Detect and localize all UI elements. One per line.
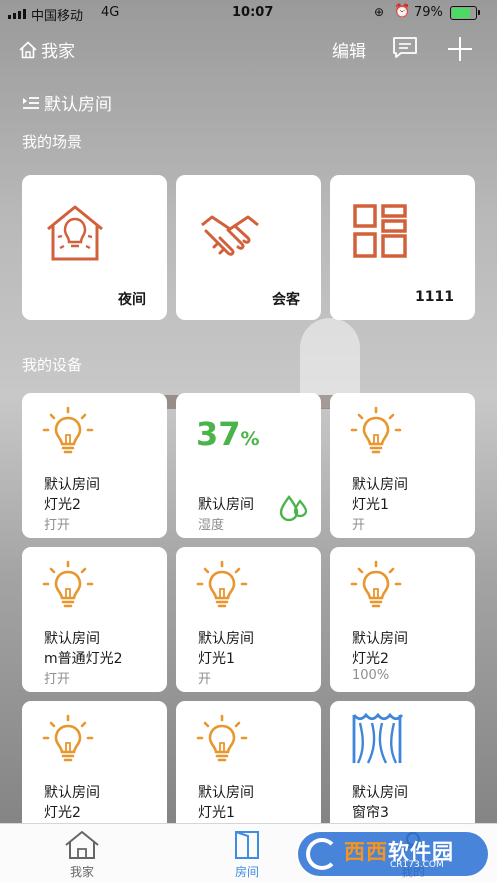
home-selector[interactable]: 我家: [18, 37, 75, 62]
device-card-humidity[interactable]: 37% 默认房间 湿度: [176, 393, 321, 538]
device-card-light-1[interactable]: 默认房间 灯光1 开: [330, 393, 475, 538]
top-nav: 我家 编辑: [0, 30, 497, 70]
room-switcher[interactable]: 默认房间: [22, 90, 112, 115]
carrier-name: 中国移动: [31, 9, 84, 24]
device-name: 灯光1: [198, 805, 235, 821]
message-icon[interactable]: [392, 36, 418, 60]
house-icon: [65, 831, 99, 859]
scene-card-1111[interactable]: 1111: [330, 175, 475, 320]
device-name: 灯光2: [44, 805, 81, 821]
device-card-light-2b[interactable]: 默认房间 灯光2 100%: [330, 547, 475, 692]
device-name: m普通灯光2: [44, 651, 123, 667]
clock: 10:07: [232, 5, 274, 20]
edit-button[interactable]: 编辑: [332, 37, 366, 62]
tab-label: 我家: [69, 865, 94, 879]
home-label: 我家: [41, 42, 75, 62]
device-state: 湿度: [198, 518, 225, 533]
device-room: 默认房间: [352, 785, 408, 801]
humidity-value: 37%: [196, 415, 260, 453]
scene-label: 会客: [272, 292, 300, 308]
scene-label: 1111: [415, 289, 454, 305]
battery-percent: 79%: [414, 5, 443, 20]
alarm-icon: ⏰: [394, 4, 411, 19]
add-icon[interactable]: [446, 35, 474, 63]
lightbulb-icon: [42, 714, 94, 762]
device-name: 灯光2: [352, 651, 389, 667]
lightbulb-icon: [350, 406, 402, 454]
water-drops-icon: [279, 495, 308, 522]
handshake-icon: [201, 215, 259, 256]
menu-list-icon: [23, 96, 39, 109]
scene-card-guest[interactable]: 会客: [176, 175, 321, 320]
tab-rooms[interactable]: 房间: [207, 830, 287, 880]
device-state: 100%: [352, 668, 390, 683]
curtain-icon: [352, 712, 404, 764]
devices-title: 我的设备: [22, 356, 83, 374]
watermark-c-icon: [306, 838, 338, 870]
lightbulb-icon: [196, 714, 248, 762]
device-card-normal-light-2[interactable]: 默认房间 m普通灯光2 打开: [22, 547, 167, 692]
device-room: 默认房间: [352, 631, 408, 647]
device-name: 灯光2: [44, 497, 81, 513]
device-room: 默认房间: [44, 631, 100, 647]
status-bar: 中国移动 4G 10:07 ⊕ ⏰ 79%: [0, 0, 497, 26]
lightbulb-icon: [42, 406, 94, 454]
lightbulb-icon: [42, 560, 94, 608]
device-name: 灯光1: [352, 497, 389, 513]
grid-squares-icon: [353, 204, 407, 258]
night-house-icon: [47, 205, 103, 261]
device-room: 默认房间: [44, 785, 100, 801]
room-name: 默认房间: [44, 95, 112, 115]
device-room: 默认房间: [198, 497, 254, 513]
device-card-light-2[interactable]: 默认房间 灯光2 打开: [22, 393, 167, 538]
scene-label: 夜间: [118, 292, 146, 308]
device-state: 开: [352, 518, 366, 533]
device-card-light-1b[interactable]: 默认房间 灯光1 开: [176, 547, 321, 692]
tab-label: 房间: [234, 865, 259, 879]
battery-icon: [450, 6, 480, 20]
scenes-title: 我的场景: [22, 133, 83, 151]
lightbulb-icon: [196, 560, 248, 608]
device-room: 默认房间: [198, 631, 254, 647]
device-name: 窗帘3: [352, 805, 389, 821]
lightbulb-icon: [350, 560, 402, 608]
device-room: 默认房间: [44, 477, 100, 493]
house-icon: [19, 41, 37, 58]
door-icon: [235, 831, 259, 859]
orientation-lock-icon: ⊕: [374, 5, 385, 19]
device-room: 默认房间: [198, 785, 254, 801]
device-state: 打开: [44, 672, 71, 687]
tab-home[interactable]: 我家: [42, 830, 122, 880]
device-state: 打开: [44, 518, 71, 533]
network-type: 4G: [101, 5, 120, 20]
signal-strength-icon: [8, 9, 26, 19]
scene-card-night[interactable]: 夜间: [22, 175, 167, 320]
watermark-logo: 西西软件园 CR173.COM: [298, 832, 488, 876]
device-room: 默认房间: [352, 477, 408, 493]
device-state: 开: [198, 672, 212, 687]
device-name: 灯光1: [198, 651, 235, 667]
